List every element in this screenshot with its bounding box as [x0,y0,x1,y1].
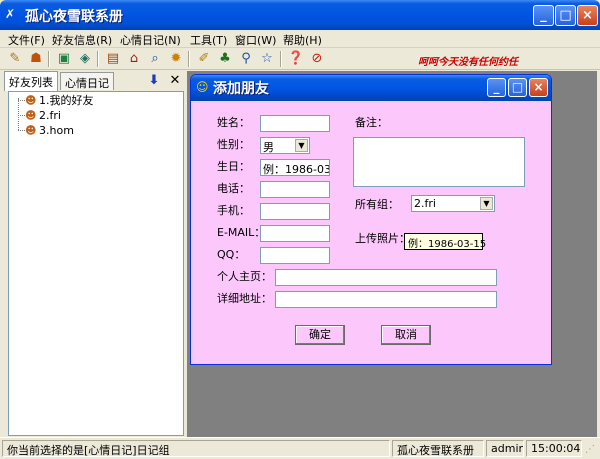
book-icon[interactable]: ▤ [104,50,122,68]
mobile-field[interactable] [260,203,330,220]
dialog-close-button[interactable]: × [529,78,548,97]
key-icon[interactable]: ⚲ [237,50,255,68]
window-title: 孤心夜雪联系册 [25,9,123,25]
homepage-field[interactable] [275,269,497,286]
tree-item-label: 2.fri [39,109,61,122]
qq-label: QQ： [217,248,246,261]
group-icon: ☻ [25,109,37,122]
ok-button[interactable]: 确定 [295,325,345,345]
add-friend-dialog: ☺ 添加朋友 _ □ × 姓名： 性别： 男 ▼ 生日： 例：1986-03-1… [190,74,552,365]
dialog-minimize-button[interactable]: _ [487,78,506,97]
tree-icon[interactable]: ♣ [216,50,234,68]
menu-tools[interactable]: 工具(T) [190,32,227,48]
stop-icon[interactable]: ⊘ [308,50,326,68]
minimize-button[interactable]: _ [533,5,554,26]
close-button[interactable]: × [577,5,598,26]
address-field[interactable] [275,291,497,308]
chevron-down-icon[interactable]: ▼ [480,197,493,210]
menu-file[interactable]: 文件(F) [8,32,45,48]
motto-text: 呵呵今天没有任何约任 [418,57,518,68]
menu-bar: 文件(F) 好友信息(R) 心情日记(N) 工具(T) 窗口(W) 帮助(H) [0,30,600,48]
group-value: 2.fri [414,197,436,210]
dialog-icon: ☺ [196,80,209,94]
pin-icon[interactable]: ✕ [166,72,184,90]
cancel-button[interactable]: 取消 [381,325,431,345]
tree-item[interactable]: ☻ 3.hom [25,123,74,138]
phone-label: 电话： [217,182,250,195]
status-user: admin [486,440,524,457]
dialog-body: 姓名： 性别： 男 ▼ 生日： 例：1986-03-15 电话： 手机： E-M… [195,101,547,363]
group-label: 所有组： [355,198,399,211]
mobile-label: 手机： [217,204,250,217]
group-select[interactable]: 2.fri ▼ [411,195,495,212]
toolbar-separator [280,51,282,67]
name-field[interactable] [260,115,330,132]
tree-item-label: 3.hom [39,124,74,137]
tree-connector [18,115,25,116]
stack-icon[interactable]: ◈ [76,50,94,68]
left-panel: 好友列表 心情日记 ⬇ ✕ ☻ 1.我的好友 ☻ 2.fri ☻ 3.hom [2,71,186,437]
tab-friend-list[interactable]: 好友列表 [4,71,58,91]
status-message: 你当前选择的是[心情日记]日记组 [2,440,390,457]
birthday-field[interactable]: 例：1986-03-15 [260,159,330,176]
toolbar-separator [188,51,190,67]
menu-window[interactable]: 窗口(W) [235,32,276,48]
name-label: 姓名： [217,116,250,129]
birthday-tooltip: 例：1986-03-15 [404,233,486,250]
friend-tree[interactable]: ☻ 1.我的好友 ☻ 2.fri ☻ 3.hom [8,91,184,436]
arrow-down-icon[interactable]: ⬇ [145,72,163,90]
title-bar[interactable]: ✗ 孤心夜雪联系册 _ □ × [0,0,600,30]
group-icon: ☻ [25,124,37,137]
email-field[interactable] [260,225,330,242]
users-icon[interactable]: ☗ [27,50,45,68]
help-icon[interactable]: ❓ [287,50,305,68]
status-app-name: 孤心夜雪联系册 [392,440,484,457]
gender-label: 性别： [217,138,250,151]
note-textarea[interactable] [353,137,525,187]
tree-item-label: 1.我的好友 [39,94,94,107]
pencil-icon[interactable]: ✐ [195,50,213,68]
address-label: 详细地址： [217,292,272,305]
home-icon[interactable]: ⌂ [125,50,143,68]
edit-icon[interactable]: ✎ [6,50,24,68]
phone-field[interactable] [260,181,330,198]
dialog-title-bar[interactable]: ☺ 添加朋友 _ □ × [191,75,551,101]
tree-item[interactable]: ☻ 2.fri [25,108,61,123]
email-label: E-MAIL： [217,226,266,239]
tab-mood-diary[interactable]: 心情日记 [60,72,114,90]
menu-help[interactable]: 帮助(H) [283,32,322,48]
maximize-button[interactable]: □ [555,5,576,26]
qq-field[interactable] [260,247,330,264]
toolbar: ✎ ☗ ▣ ◈ ▤ ⌂ ⌕ ✹ ✐ ♣ ⚲ ☆ ❓ ⊘ 呵呵今天没有任何约任 [0,48,600,70]
tree-connector [18,100,25,101]
group-icon: ☻ [25,94,37,107]
menu-friend-info[interactable]: 好友信息(R) [52,32,112,48]
tree-connector [18,98,19,130]
homepage-label: 个人主页： [217,270,272,283]
gender-value: 男 [263,141,274,154]
card-icon[interactable]: ▣ [55,50,73,68]
menu-mood-diary[interactable]: 心情日记(N) [120,32,181,48]
note-label: 备注： [355,116,388,129]
status-time: 15:00:04 [526,440,582,457]
dialog-maximize-button[interactable]: □ [508,78,527,97]
chevron-down-icon[interactable]: ▼ [295,139,308,152]
tree-connector [18,130,25,131]
status-bar: 你当前选择的是[心情日记]日记组 孤心夜雪联系册 admin 15:00:04 … [0,437,600,459]
photo-label: 上传照片： [355,232,410,245]
dialog-title: 添加朋友 [213,81,269,97]
app-icon: ✗ [5,7,16,21]
search-icon[interactable]: ⌕ [146,50,164,68]
birthday-label: 生日： [217,160,250,173]
gender-select[interactable]: 男 ▼ [260,137,310,154]
star-icon[interactable]: ☆ [258,50,276,68]
gear-icon[interactable]: ✹ [167,50,185,68]
toolbar-separator [48,51,50,67]
tree-item[interactable]: ☻ 1.我的好友 [25,93,94,108]
toolbar-separator [97,51,99,67]
resize-grip-icon[interactable]: ⋰ [585,444,597,456]
